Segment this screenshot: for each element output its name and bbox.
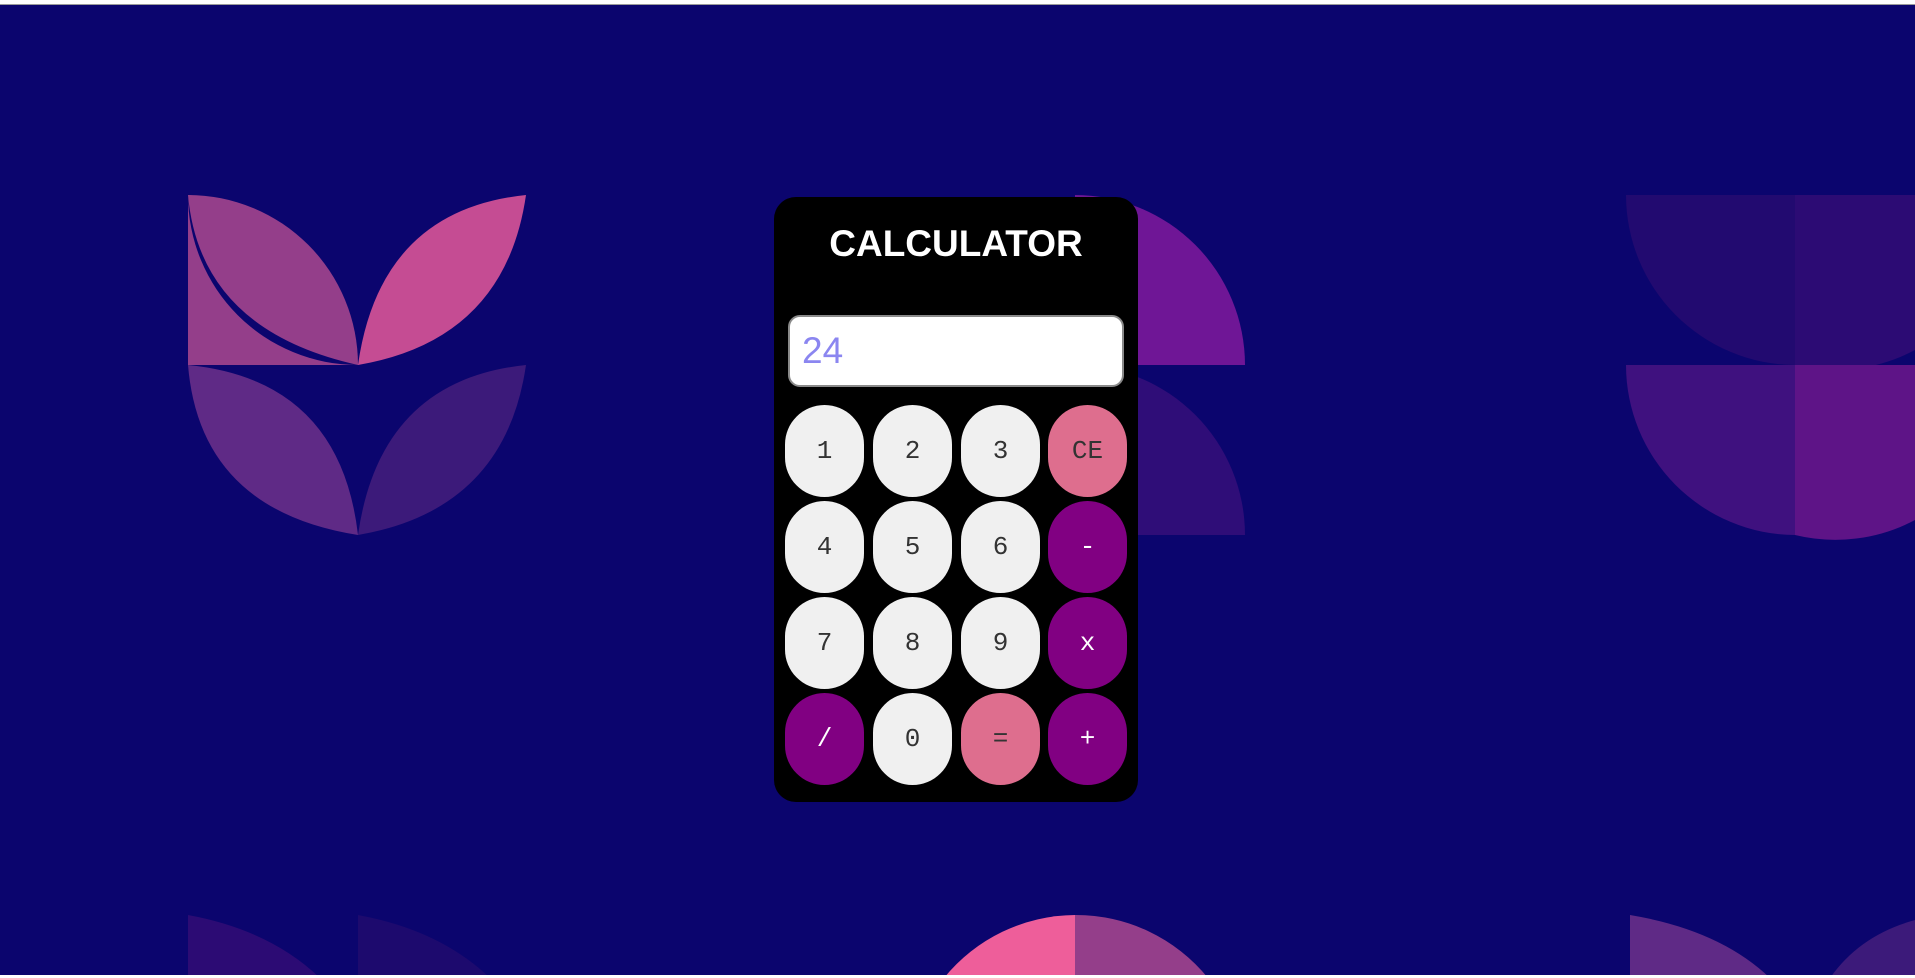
background-petal [188,365,358,535]
background-semicircle [1626,195,1795,365]
background-semicircle [1795,365,1915,540]
key-2-button[interactable]: 2 [873,405,952,497]
background-petal [358,365,526,535]
calculator-panel: CALCULATOR 1 2 3 CE 4 5 6 - 7 8 9 x / 0 … [774,197,1138,802]
multiply-button[interactable]: x [1048,597,1127,689]
key-1-button[interactable]: 1 [785,405,864,497]
subtract-button[interactable]: - [1048,501,1127,593]
background-semicircle [1626,365,1795,535]
key-7-button[interactable]: 7 [785,597,864,689]
equals-button[interactable]: = [961,693,1040,785]
background-petal [1630,915,1770,978]
background-semicircle [1075,914,1208,978]
clear-entry-button[interactable]: CE [1048,405,1127,497]
key-4-button[interactable]: 4 [785,501,864,593]
key-3-button[interactable]: 3 [961,405,1040,497]
calculator-display[interactable] [788,315,1124,387]
key-0-button[interactable]: 0 [873,693,952,785]
key-5-button[interactable]: 5 [873,501,952,593]
background-semicircle [1795,195,1915,370]
key-6-button[interactable]: 6 [961,501,1040,593]
background-semicircle [944,915,1075,978]
key-8-button[interactable]: 8 [873,597,952,689]
background-petal [188,915,320,978]
calculator-title: CALCULATOR [829,223,1083,264]
background-petal [1830,920,1915,978]
divide-button[interactable]: / [785,693,864,785]
background-petal [358,195,526,365]
add-button[interactable]: + [1048,693,1127,785]
key-9-button[interactable]: 9 [961,597,1040,689]
background-petal [358,915,490,978]
